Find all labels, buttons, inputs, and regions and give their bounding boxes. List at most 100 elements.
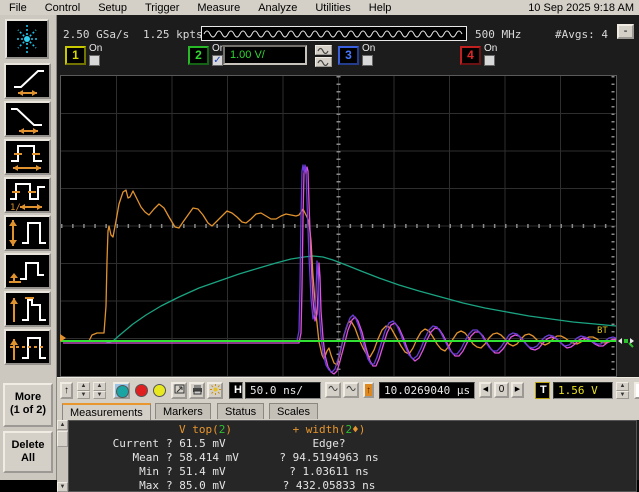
trigger-bt-marker: BT	[597, 326, 608, 336]
tab-markers[interactable]: Markers	[155, 403, 211, 419]
tab-measurements[interactable]: Measurements	[62, 403, 151, 420]
delete-sub-label: All	[20, 452, 36, 464]
channel-3-button[interactable]: 3	[338, 46, 359, 65]
sample-rate: 2.50 GSa/s	[63, 28, 130, 41]
tool-rise-time-button[interactable]	[4, 63, 51, 99]
tool-vaverage-button[interactable]	[4, 329, 51, 365]
tab-status[interactable]: Status	[217, 403, 265, 419]
bandwidth: 500 MHz	[475, 28, 522, 41]
trigger-slope-button[interactable]: ↑	[634, 382, 639, 399]
more-measurements-button[interactable]: More (1 of 2)	[3, 383, 53, 427]
spinner-2[interactable]: ▲ ▼	[93, 382, 106, 399]
vaverage-icon	[10, 337, 46, 360]
trigger-level-field[interactable]: 1.56 V	[553, 382, 613, 399]
channel-2-button[interactable]: 2	[188, 46, 209, 65]
channel-3-on-label: On	[362, 43, 376, 54]
more-page-indicator: (1 of 2)	[9, 404, 47, 416]
waveform-throttle-strip	[201, 26, 467, 41]
scroll-down-button[interactable]: ▼	[57, 482, 68, 492]
measurements-scrollbar[interactable]: ▲ ▼	[57, 420, 68, 492]
tool-frequency-button[interactable]: 1/	[4, 177, 51, 213]
tool-vbase-button[interactable]	[4, 253, 51, 289]
tool-vtop-button[interactable]	[4, 291, 51, 327]
menu-help[interactable]: Help	[360, 2, 401, 14]
min-value-1: ? 51.4 mV	[166, 465, 226, 478]
tool-vpp-button[interactable]	[4, 215, 51, 251]
horizontal-h-badge: H	[229, 382, 243, 399]
results-tabs: Measurements Markers Status Scales	[57, 403, 639, 420]
tool-plus-width-button[interactable]	[4, 139, 51, 175]
current-value-2: Edge?	[312, 437, 346, 450]
menu-analyze[interactable]: Analyze	[249, 2, 306, 14]
scroll-up-button[interactable]: ▲	[57, 420, 68, 430]
menu-setup[interactable]: Setup	[89, 2, 136, 14]
channel-3-checkbox[interactable]	[362, 55, 373, 66]
trigger-t-badge: T	[535, 382, 550, 399]
sine-strip-icon	[203, 30, 463, 38]
menu-measure[interactable]: Measure	[188, 2, 249, 14]
delay-right-button[interactable]: ▶	[511, 382, 524, 398]
horizontal-trigger-toolbar: ↑ ▲ ▼ ▲ ▼ H 50.0 ns/ ↑ 10.0269040 µs ◀ 0 ▶	[57, 377, 639, 403]
menu-utilities[interactable]: Utilities	[306, 2, 359, 14]
channel-1-on-label: On	[89, 43, 103, 54]
menu-control[interactable]: Control	[36, 2, 89, 14]
row-label-mean: Mean	[132, 451, 160, 464]
channel-1-checkbox[interactable]	[89, 55, 100, 66]
channel-2-scale-field[interactable]: 1.00 V/	[223, 45, 307, 65]
row-label-max: Max	[139, 479, 159, 492]
svg-text:1/: 1/	[10, 203, 21, 211]
trigger-position-marker-button[interactable]: ↑	[363, 382, 374, 398]
max-value-2: ? 432.05833 ns	[282, 479, 376, 492]
marker-up-button[interactable]: ↑	[60, 382, 73, 399]
acquisition-status-bar: 2.50 GSa/s 1.25 kpts 500 MHz #Avgs: 4 -	[57, 24, 639, 44]
current-value-1: ? 61.5 mV	[166, 437, 226, 450]
menu-bar: File Control Setup Trigger Measure Analy…	[0, 0, 639, 15]
delete-label: Delete	[11, 439, 45, 451]
zoom-wave-button-1[interactable]	[325, 382, 341, 398]
timebase-field[interactable]: 50.0 ns/	[245, 382, 321, 399]
move-cursor-icon	[617, 333, 635, 354]
menu-file[interactable]: File	[0, 2, 36, 14]
brightness-button[interactable]	[207, 382, 223, 399]
channel-2-waveform-button-top[interactable]	[315, 45, 332, 55]
oscilloscope-window: File Control Setup Trigger Measure Analy…	[0, 0, 639, 492]
spark-logo-icon	[15, 25, 39, 53]
yellow-single-button[interactable]	[153, 384, 166, 397]
memory-depth: 1.25 kpts	[143, 28, 203, 41]
trigger-level-spinner[interactable]: ▲ ▼	[616, 382, 629, 399]
delay-field[interactable]: 10.0269040 µs	[379, 382, 475, 399]
channel-ground-marker[interactable]	[60, 334, 66, 342]
rise-time-icon	[14, 70, 44, 96]
red-stop-button[interactable]	[135, 384, 148, 397]
teal-grab-button[interactable]	[113, 382, 130, 399]
delay-left-button[interactable]: ◀	[479, 382, 492, 398]
clock: 10 Sep 2025 9:18 AM	[528, 1, 634, 14]
tab-scales[interactable]: Scales	[269, 403, 319, 419]
frequency-icon: 1/	[10, 183, 45, 213]
channel-1-button[interactable]: 1	[65, 46, 86, 65]
print-button[interactable]	[189, 382, 205, 399]
measurements-panel: V top(2) + width(2♦) Current ? 61.5 mV E…	[68, 420, 637, 492]
plus-width-icon	[11, 145, 42, 171]
measurement-1-header: V top(2)	[179, 423, 232, 436]
scroll-thumb[interactable]	[57, 431, 68, 447]
mean-value-1: ? 58.414 mV	[166, 451, 239, 464]
spinner-1[interactable]: ▲ ▼	[77, 382, 90, 399]
max-value-1: ? 85.0 mV	[166, 479, 226, 492]
fall-time-icon	[11, 108, 42, 134]
tool-fall-time-button[interactable]	[4, 101, 51, 137]
delay-zero-button[interactable]: 0	[494, 382, 509, 398]
channel-4-button[interactable]: 4	[460, 46, 481, 65]
measurement-2-header: + width(2♦)	[292, 423, 366, 436]
export-window-button[interactable]	[171, 382, 187, 399]
channel-2-checkbox[interactable]: ✓	[212, 55, 223, 66]
menu-trigger[interactable]: Trigger	[136, 2, 188, 14]
zoom-wave-button-2[interactable]	[343, 382, 359, 398]
minimize-toolbar-button[interactable]: -	[617, 24, 634, 39]
delete-all-button[interactable]: Delete All	[3, 431, 53, 473]
channel-4-checkbox[interactable]	[484, 55, 495, 66]
infiniium-logo-button[interactable]	[5, 19, 49, 59]
sidebar: 1/ More (1 of 2) Delete All	[0, 15, 57, 480]
waveform-display[interactable]: BT	[60, 75, 619, 377]
channel-2-waveform-button-bottom[interactable]	[315, 57, 332, 67]
